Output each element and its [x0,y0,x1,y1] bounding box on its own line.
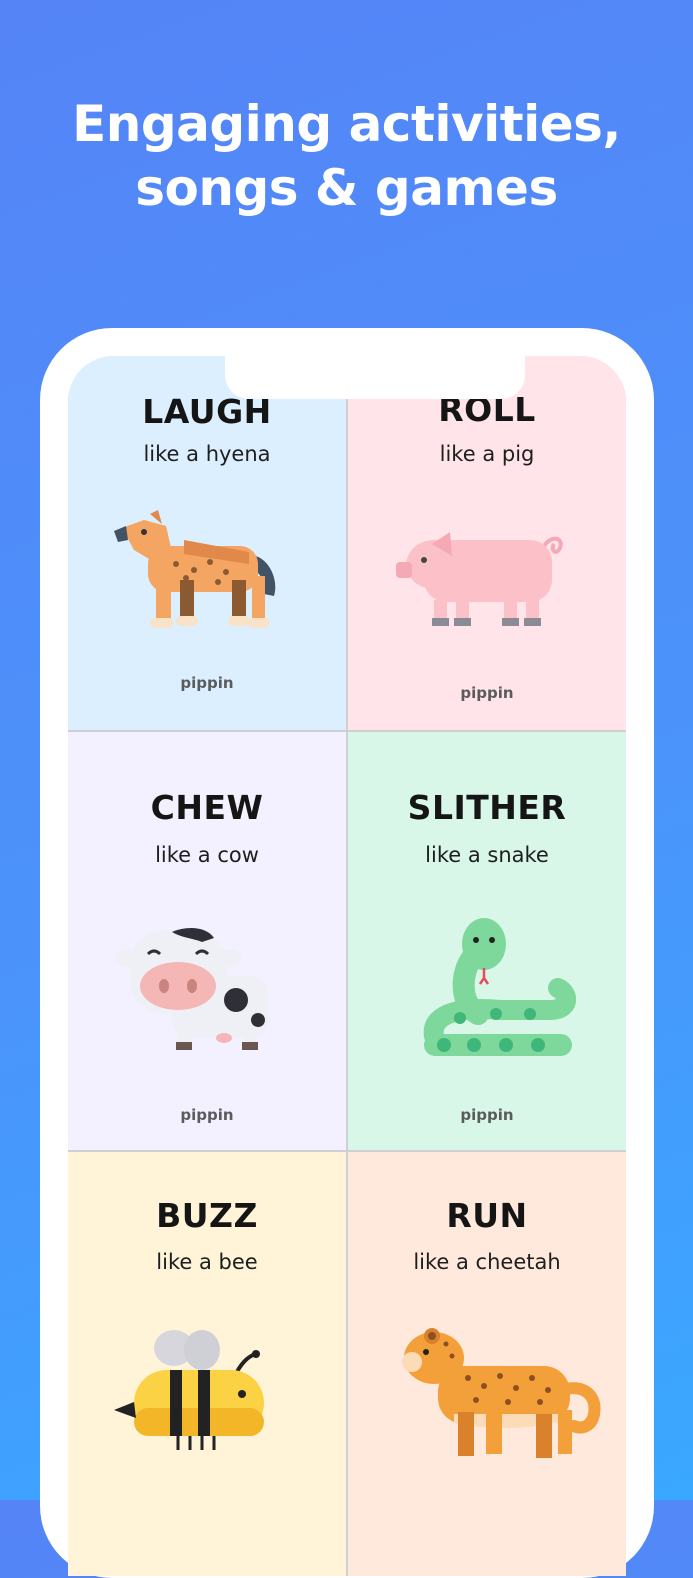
cow-icon [116,928,268,1050]
brand-label: pippin [180,1106,234,1124]
card-subtitle: like a cheetah [413,1250,561,1274]
card-verb: SLITHER [407,788,567,827]
bee-icon [114,1330,264,1450]
brand-label: pippin [460,684,514,702]
activity-card-chew[interactable]: CHEW like a cow pippin [68,732,346,1150]
activity-card-laugh[interactable]: LAUGH like a hyena pippin [68,356,346,730]
pig-icon [396,532,563,626]
brand-label: pippin [460,1106,514,1124]
headline-line-2: songs & games [135,159,558,217]
phone-notch [225,356,525,399]
activity-card-run[interactable]: RUN like a cheetah [348,1152,626,1576]
brand-label: pippin [180,674,234,692]
cheetah-icon [402,1328,601,1458]
activity-card-roll[interactable]: ROLL like a pig pippin [348,356,626,730]
card-subtitle: like a hyena [143,442,271,466]
snake-icon [423,918,576,1056]
card-subtitle: like a snake [425,843,549,867]
card-verb: BUZZ [156,1196,258,1235]
activity-card-buzz[interactable]: BUZZ like a bee [68,1152,346,1576]
card-subtitle: like a bee [156,1250,258,1274]
phone-screen: LAUGH like a hyena pippin ROLL like a pi… [68,356,626,1576]
headline-line-1: Engaging activities, [72,95,621,153]
card-verb: RUN [446,1196,528,1235]
card-verb: CHEW [150,788,264,827]
hyena-icon [114,510,276,628]
headline: Engaging activities, songs & games [0,92,693,220]
card-subtitle: like a cow [155,843,259,867]
activity-card-slither[interactable]: SLITHER like a snake pippin [348,732,626,1150]
phone-frame: LAUGH like a hyena pippin ROLL like a pi… [40,328,654,1578]
card-subtitle: like a pig [439,442,535,466]
activity-grid: LAUGH like a hyena pippin ROLL like a pi… [68,356,626,1576]
